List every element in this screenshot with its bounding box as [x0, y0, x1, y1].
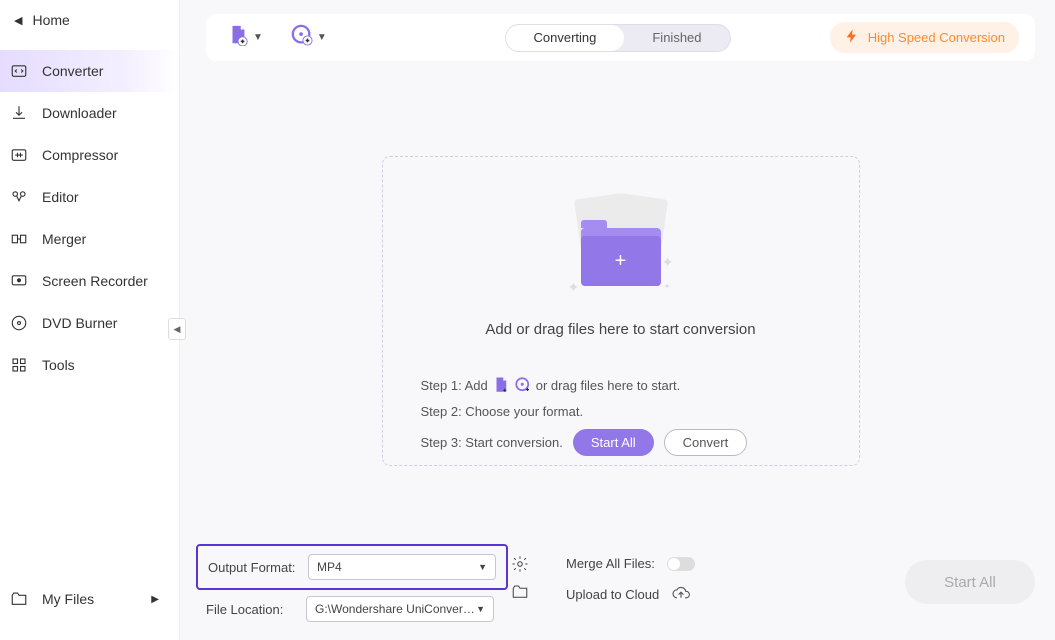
tab-converting[interactable]: Converting: [505, 25, 624, 51]
my-files-label: My Files: [42, 591, 94, 607]
settings-icon[interactable]: [510, 554, 530, 574]
lightning-icon: [844, 28, 860, 47]
nav-screen-recorder[interactable]: Screen Recorder: [0, 260, 179, 302]
output-format-value: MP4: [317, 560, 342, 574]
editor-icon: [10, 188, 28, 206]
upload-row: Upload to Cloud: [566, 585, 695, 604]
nav-downloader[interactable]: Downloader: [0, 92, 179, 134]
add-file-icon: [227, 24, 249, 51]
add-file-button[interactable]: ▼: [222, 19, 268, 56]
nav-list: Converter Downloader Compressor Editor M…: [0, 40, 179, 386]
sidebar: ◀ Home Converter Downloader Compressor E…: [0, 0, 180, 640]
high-speed-badge[interactable]: High Speed Conversion: [830, 22, 1019, 53]
step-2: Step 2: Choose your format.: [421, 404, 839, 419]
chevron-left-icon: ◀: [14, 14, 22, 27]
status-tabs: Converting Finished: [504, 24, 730, 52]
my-files-button[interactable]: My Files ▶: [0, 578, 179, 620]
steps: Step 1: Add or drag files here to start.…: [403, 376, 839, 456]
drop-illustration: + ✦ ✦ ✦: [403, 191, 839, 306]
chevron-down-icon: ▼: [253, 32, 263, 43]
toolbar: ▼ ▼ Converting Finished High Speed Conve…: [206, 14, 1035, 61]
folder-icon: [10, 590, 28, 608]
merge-toggle[interactable]: [667, 557, 695, 571]
home-label: Home: [32, 12, 69, 28]
merge-label: Merge All Files:: [566, 556, 655, 571]
nav-dvd-burner[interactable]: DVD Burner: [0, 302, 179, 344]
file-location-label: File Location:: [206, 602, 298, 617]
chevron-down-icon: ▼: [476, 604, 485, 614]
output-format-select[interactable]: MP4 ▼: [308, 554, 496, 580]
start-all-small-button[interactable]: Start All: [573, 429, 654, 456]
tab-finished[interactable]: Finished: [624, 25, 729, 51]
main-area: ▼ ▼ Converting Finished High Speed Conve…: [180, 0, 1055, 640]
home-button[interactable]: ◀ Home: [0, 0, 179, 40]
nav-label: Screen Recorder: [42, 273, 148, 289]
merger-icon: [10, 230, 28, 248]
file-location-select[interactable]: G:\Wondershare UniConverter ▼: [306, 596, 494, 622]
nav-converter[interactable]: Converter: [0, 50, 179, 92]
add-file-icon: [492, 376, 510, 394]
file-location-value: G:\Wondershare UniConverter: [315, 602, 476, 616]
collapse-sidebar-button[interactable]: ◀: [168, 318, 186, 340]
drop-zone[interactable]: + ✦ ✦ ✦ Add or drag files here to start …: [382, 156, 860, 466]
nav-tools[interactable]: Tools: [0, 344, 179, 386]
hsc-label: High Speed Conversion: [868, 30, 1005, 45]
nav-compressor[interactable]: Compressor: [0, 134, 179, 176]
add-disc-button[interactable]: ▼: [286, 19, 332, 56]
output-format-label: Output Format:: [208, 560, 300, 575]
bottom-left: Output Format: MP4 ▼ File Location: G:\W…: [206, 552, 498, 622]
merge-row: Merge All Files:: [566, 556, 695, 571]
upload-label: Upload to Cloud: [566, 587, 659, 602]
bottom-bar: Output Format: MP4 ▼ File Location: G:\W…: [206, 552, 1035, 622]
chevron-right-icon: ▶: [151, 594, 159, 605]
start-all-button[interactable]: Start All: [905, 560, 1035, 604]
convert-small-button[interactable]: Convert: [664, 429, 748, 456]
chevron-down-icon: ▼: [478, 562, 487, 572]
cloud-upload-icon[interactable]: [671, 585, 691, 604]
open-folder-icon[interactable]: [510, 582, 530, 602]
nav-label: Downloader: [42, 105, 117, 121]
nav-label: Converter: [42, 63, 103, 79]
chevron-down-icon: ▼: [317, 32, 327, 43]
bottom-mid: Merge All Files: Upload to Cloud: [566, 556, 695, 604]
nav-label: Merger: [42, 231, 86, 247]
recorder-icon: [10, 272, 28, 290]
nav-merger[interactable]: Merger: [0, 218, 179, 260]
nav-editor[interactable]: Editor: [0, 176, 179, 218]
nav-label: Compressor: [42, 147, 118, 163]
step-3: Step 3: Start conversion. Start All Conv…: [421, 429, 839, 456]
add-disc-icon: [514, 376, 532, 394]
nav-label: Tools: [42, 357, 75, 373]
converter-icon: [10, 62, 28, 80]
compressor-icon: [10, 146, 28, 164]
tools-icon: [10, 356, 28, 374]
step-1: Step 1: Add or drag files here to start.: [421, 376, 839, 394]
plus-icon: +: [581, 236, 661, 286]
add-disc-icon: [291, 24, 313, 51]
dvd-icon: [10, 314, 28, 332]
download-icon: [10, 104, 28, 122]
nav-label: Editor: [42, 189, 79, 205]
output-format-highlight: Output Format: MP4 ▼: [196, 544, 508, 590]
drop-caption: Add or drag files here to start conversi…: [403, 321, 839, 338]
nav-label: DVD Burner: [42, 315, 117, 331]
